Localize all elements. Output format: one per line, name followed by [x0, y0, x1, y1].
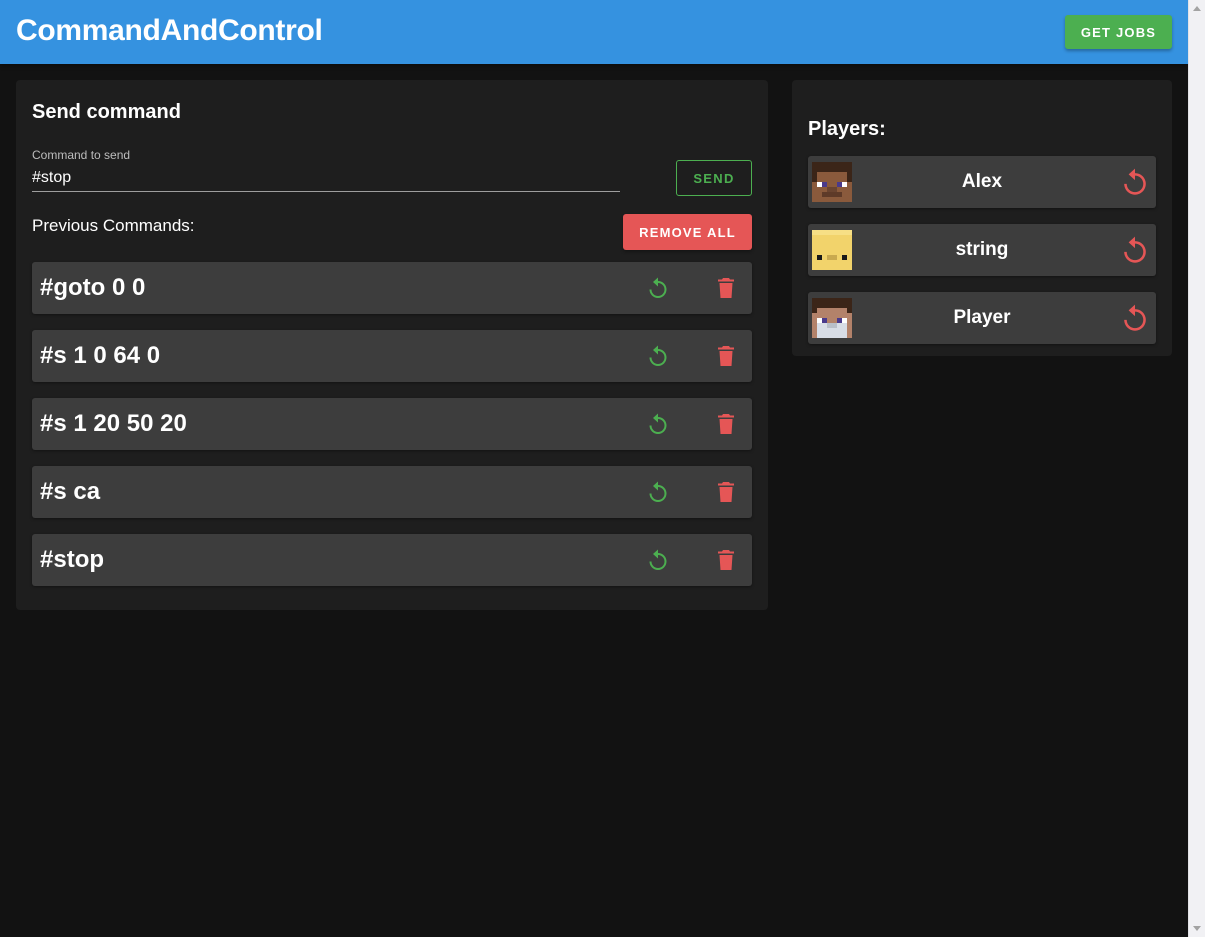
- restart-icon[interactable]: [1120, 167, 1150, 197]
- player-item[interactable]: Alex: [808, 156, 1156, 208]
- rerun-command-icon[interactable]: [646, 480, 670, 504]
- command-item: #s 1 20 50 20: [32, 398, 752, 450]
- players-list: Alex string Player: [808, 156, 1156, 360]
- previous-commands-list: #goto 0 0 #s 1 0 64 0 #s 1 20 50 20 #s c…: [32, 262, 752, 602]
- delete-command-icon[interactable]: [714, 412, 738, 436]
- send-command-title: Send command: [32, 101, 181, 123]
- command-item: #stop: [32, 534, 752, 586]
- remove-all-button[interactable]: REMOVE ALL: [623, 214, 752, 250]
- command-input-label: Command to send: [32, 148, 131, 162]
- command-text: #stop: [40, 546, 105, 573]
- command-input[interactable]: [32, 164, 620, 192]
- string-avatar: [812, 230, 852, 270]
- player-item[interactable]: Player: [808, 292, 1156, 344]
- command-text: #s ca: [40, 478, 101, 505]
- command-item: #s ca: [32, 466, 752, 518]
- send-button[interactable]: SEND: [676, 160, 752, 196]
- alex-avatar: [812, 162, 852, 202]
- delete-command-icon[interactable]: [714, 344, 738, 368]
- command-text: #s 1 0 64 0: [40, 342, 161, 369]
- app-header: CommandAndControl GET JOBS: [0, 0, 1188, 64]
- player-name: string: [955, 239, 1009, 260]
- restart-icon[interactable]: [1120, 235, 1150, 265]
- scroll-down-icon[interactable]: [1193, 926, 1201, 931]
- player-name: Alex: [961, 171, 1003, 192]
- player-item[interactable]: string: [808, 224, 1156, 276]
- restart-icon[interactable]: [1120, 303, 1150, 333]
- rerun-command-icon[interactable]: [646, 344, 670, 368]
- app-root: CommandAndControl GET JOBS Send command …: [0, 0, 1188, 937]
- command-text: #s 1 20 50 20: [40, 410, 187, 437]
- delete-command-icon[interactable]: [714, 548, 738, 572]
- send-command-card: Send command Command to send SEND Previo…: [16, 80, 768, 610]
- players-title: Players:: [808, 118, 886, 140]
- command-text: #goto 0 0: [40, 274, 146, 301]
- delete-command-icon[interactable]: [714, 276, 738, 300]
- player-name: Player: [953, 307, 1011, 328]
- players-card: Players: Alex string Player: [792, 80, 1172, 356]
- command-item: #goto 0 0: [32, 262, 752, 314]
- rerun-command-icon[interactable]: [646, 276, 670, 300]
- scroll-up-icon[interactable]: [1193, 6, 1201, 11]
- delete-command-icon[interactable]: [714, 480, 738, 504]
- rerun-command-icon[interactable]: [646, 412, 670, 436]
- app-title: CommandAndControl: [16, 14, 323, 47]
- get-jobs-button[interactable]: GET JOBS: [1065, 15, 1172, 49]
- command-item: #s 1 0 64 0: [32, 330, 752, 382]
- previous-commands-label: Previous Commands:: [32, 216, 195, 235]
- player-avatar: [812, 298, 852, 338]
- page-scrollbar[interactable]: [1188, 0, 1205, 937]
- rerun-command-icon[interactable]: [646, 548, 670, 572]
